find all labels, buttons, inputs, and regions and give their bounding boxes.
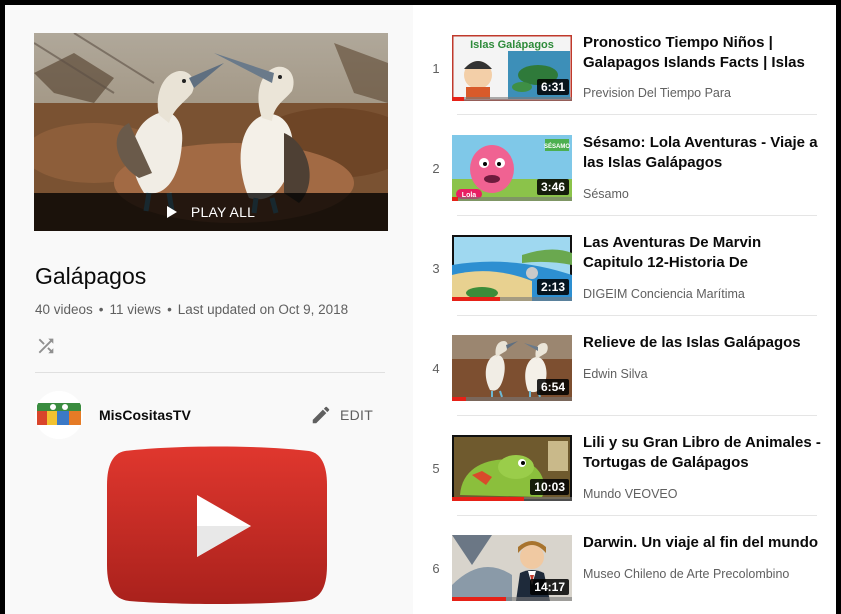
video-channel[interactable]: Prevision Del Tiempo Para bbox=[583, 86, 731, 100]
watch-progress-fill bbox=[452, 497, 524, 501]
stats-separator: • bbox=[167, 302, 172, 317]
playlist-video-list: 1 Islas Galápagos 6:31 Pronostico Tiempo… bbox=[413, 5, 836, 614]
watch-progress-fill bbox=[452, 97, 464, 101]
video-list-item[interactable]: 6 14:17 Darwin. Un viaje al fin del mund… bbox=[413, 505, 836, 601]
video-thumbnail[interactable]: SÉSAMO Lola 3:46 bbox=[452, 135, 572, 201]
play-all-button[interactable]: PLAY ALL bbox=[34, 193, 388, 231]
video-list-item[interactable]: 5 10:03 Lili y su Gran Libro de Animales… bbox=[413, 405, 836, 516]
watch-progress-bar bbox=[452, 497, 572, 501]
playlist-stats: 40 videos • 11 views • Last updated on O… bbox=[35, 302, 348, 317]
video-list-item[interactable]: 3 2:13 Las Aventuras De Marvin Capitulo … bbox=[413, 205, 836, 316]
video-title[interactable]: Lili y su Gran Libro de Animales - Tortu… bbox=[583, 433, 823, 473]
pencil-icon[interactable] bbox=[310, 404, 332, 426]
video-duration: 3:46 bbox=[536, 179, 569, 195]
owner-name[interactable]: MisCositasTV bbox=[99, 407, 191, 423]
play-all-label: PLAY ALL bbox=[190, 204, 256, 220]
video-title[interactable]: Relieve de las Islas Galápagos bbox=[583, 333, 823, 353]
play-icon bbox=[166, 206, 177, 218]
watch-progress-bar bbox=[452, 597, 572, 601]
video-channel[interactable]: Mundo VEOVEO bbox=[583, 487, 678, 501]
video-index: 2 bbox=[432, 161, 440, 176]
video-channel[interactable]: Edwin Silva bbox=[583, 367, 648, 381]
last-updated: Last updated on Oct 9, 2018 bbox=[177, 302, 349, 317]
stats-separator: • bbox=[98, 302, 104, 317]
video-title[interactable]: Darwin. Un viaje al fin del mundo bbox=[583, 533, 823, 553]
video-index: 6 bbox=[432, 561, 440, 576]
video-index: 5 bbox=[432, 461, 440, 476]
video-duration: 10:03 bbox=[530, 479, 569, 495]
video-channel[interactable]: Museo Chileno de Arte Precolombino bbox=[583, 567, 789, 581]
playlist-sidebar: PLAY ALL Galápagos 40 videos • 11 views … bbox=[5, 5, 413, 614]
video-index: 4 bbox=[432, 361, 440, 376]
video-thumbnail[interactable]: Islas Galápagos 6:31 bbox=[452, 35, 572, 101]
watch-progress-bar bbox=[452, 97, 572, 101]
video-duration: 14:17 bbox=[530, 579, 569, 595]
video-duration: 6:54 bbox=[536, 379, 569, 395]
thumbnail-text: SÉSAMO bbox=[544, 142, 570, 150]
video-title[interactable]: Pronostico Tiempo Niños | Galapagos Isla… bbox=[583, 33, 823, 73]
watch-progress-bar bbox=[452, 197, 572, 201]
video-duration: 6:31 bbox=[536, 79, 569, 95]
video-channel[interactable]: DIGEIM Conciencia Marítima bbox=[583, 287, 745, 301]
youtube-logo-icon bbox=[105, 445, 329, 605]
video-list-item[interactable]: 1 Islas Galápagos 6:31 Pronostico Tiempo… bbox=[413, 5, 836, 115]
watch-progress-bar bbox=[452, 297, 572, 301]
sidebar-divider bbox=[35, 372, 385, 373]
shuffle-icon[interactable] bbox=[35, 335, 57, 357]
video-thumbnail[interactable]: 10:03 bbox=[452, 435, 572, 501]
video-thumbnail[interactable]: 2:13 bbox=[452, 235, 572, 301]
watch-progress-fill bbox=[452, 397, 466, 401]
video-index: 3 bbox=[432, 261, 440, 276]
video-channel[interactable]: Sésamo bbox=[583, 187, 629, 201]
video-title[interactable]: Las Aventuras De Marvin Capitulo 12-Hist… bbox=[583, 233, 823, 273]
video-thumbnail[interactable]: 14:17 bbox=[452, 535, 572, 601]
video-duration: 2:13 bbox=[536, 279, 569, 295]
playlist-thumbnail[interactable]: PLAY ALL bbox=[34, 33, 388, 231]
video-list-item[interactable]: 2 SÉSAMO Lola 3:46 Sésamo: Lola Aventura… bbox=[413, 105, 836, 216]
video-count: 40 videos bbox=[35, 302, 93, 317]
watch-progress-bar bbox=[452, 397, 572, 401]
edit-button[interactable]: EDIT bbox=[340, 407, 373, 423]
playlist-title: Galápagos bbox=[35, 263, 147, 289]
video-thumbnail[interactable]: 6:54 bbox=[452, 335, 572, 401]
thumbnail-text: Islas Galápagos bbox=[470, 39, 554, 51]
video-list-item[interactable]: 4 6:54 Relieve de las Islas Galápagos Ed bbox=[413, 305, 836, 416]
view-count: 11 views bbox=[109, 302, 162, 317]
owner-avatar[interactable] bbox=[35, 391, 83, 439]
watch-progress-fill bbox=[452, 297, 500, 301]
video-title[interactable]: Sésamo: Lola Aventuras - Viaje a las Isl… bbox=[583, 133, 823, 173]
watch-progress-fill bbox=[452, 597, 506, 601]
watch-progress-fill bbox=[452, 197, 458, 201]
playlist-page: PLAY ALL Galápagos 40 videos • 11 views … bbox=[5, 5, 836, 614]
video-index: 1 bbox=[432, 61, 440, 76]
